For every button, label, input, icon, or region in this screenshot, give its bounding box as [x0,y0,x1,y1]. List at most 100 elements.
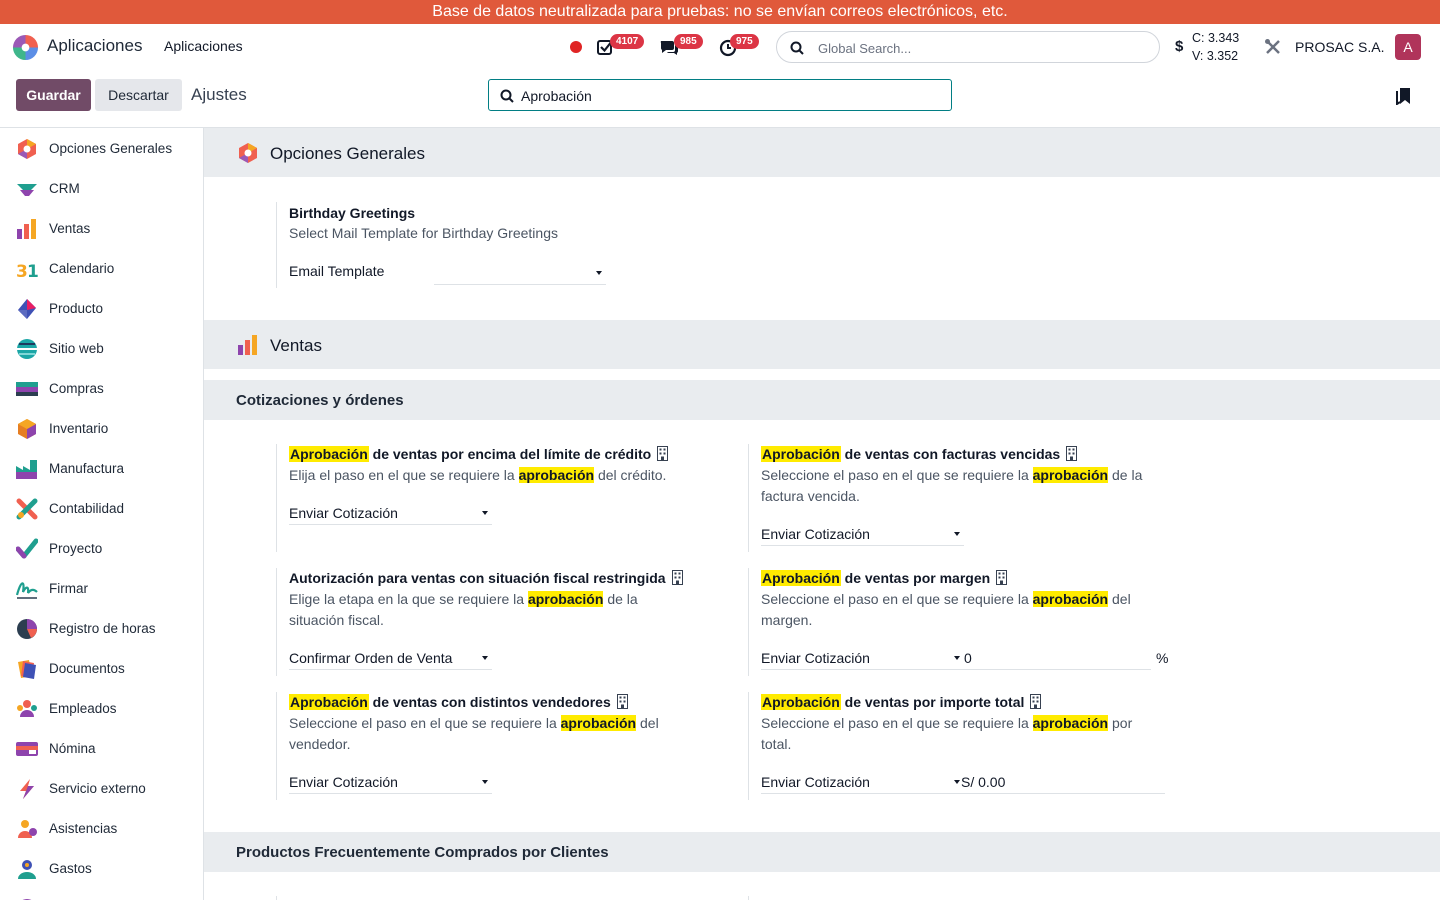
sidebar-item-empleados[interactable]: Empleados [0,688,203,728]
section-productos-frecuentes: Productos Frecuentemente Comprados por C… [204,832,1440,872]
rate-compra: C: 3.343 [1192,31,1240,45]
setting-title: Autorización para ventas con situación f… [289,570,683,586]
page-title: Ajustes [191,85,247,104]
email-template-select[interactable] [434,261,606,285]
project-icon [16,538,38,559]
margin-approval-step-select[interactable]: Enviar Cotización [761,646,964,670]
sidebar-item-servicio-externo[interactable]: Servicio externo [0,768,203,808]
sellers-approval-step-select[interactable]: Enviar Cotización [289,770,492,794]
sidebar-item-registro-de-horas[interactable]: Registro de horas [0,608,203,648]
chevron-down-icon [596,271,602,275]
section-title: Cotizaciones y órdenes [236,392,404,409]
sidebar-item-contabilidad[interactable]: Contabilidad [0,488,203,528]
sidebar-item-calendario[interactable]: 31 Calendario [0,248,203,288]
sidebar-item-label: Registro de horas [49,621,156,636]
sidebar-item-more[interactable] [0,888,203,900]
setting-description: Seleccione el paso en el que se requiere… [761,715,1133,752]
sidebar-item-documentos[interactable]: Documentos [0,648,203,688]
sidebar-item-label: Gastos [49,861,92,876]
sidebar-item-label: Proyecto [49,541,103,556]
payroll-icon [16,742,38,756]
app-name[interactable]: Aplicaciones [47,36,142,56]
app-header-title: Ventas [270,336,322,355]
setting-description: Select Mail Template for Birthday Greeti… [289,225,558,241]
select-value: Enviar Cotización [761,774,870,790]
sidebar-item-label: Inventario [49,421,109,436]
settings-sidebar: Opciones Generales CRM Ventas 31 Calenda… [0,128,204,900]
bookmark-icon[interactable] [1396,87,1412,105]
chevron-down-icon [482,511,488,515]
debug-tools-icon[interactable] [1264,38,1282,56]
sidebar-item-producto[interactable]: Producto [0,288,203,328]
sales-icon [238,335,257,355]
settings-search-input[interactable] [521,86,931,106]
sidebar-item-compras[interactable]: Compras [0,368,203,408]
sidebar-item-label: Calendario [49,261,115,276]
menu-item-aplicaciones[interactable]: Aplicaciones [164,38,243,54]
chevron-down-icon [954,656,960,660]
sidebar-item-label: Asistencias [49,821,118,836]
app-header-ventas: Ventas [204,320,1440,369]
chevron-down-icon [482,780,488,784]
section-title: Productos Frecuentemente Comprados por C… [236,844,609,861]
chevron-down-icon [954,532,960,536]
rate-venta: V: 3.352 [1192,49,1239,63]
field-service-icon [20,779,34,799]
company-building-icon [616,694,628,709]
sidebar-item-firmar[interactable]: Firmar [0,568,203,608]
sidebar-item-label: Firmar [49,581,88,596]
search-highlight: Aprobación [289,446,369,462]
search-icon [790,41,804,55]
sidebar-item-manufactura[interactable]: Manufactura [0,448,203,488]
sidebar-item-asistencias[interactable]: Asistencias [0,808,203,848]
discard-button[interactable]: Descartar [95,79,182,111]
clock-count-badge: 975 [730,34,759,49]
currency-icon[interactable]: $ [1175,38,1183,55]
fiscal-authorization-step-select[interactable]: Confirmar Orden de Venta [289,646,492,670]
sidebar-item-gastos[interactable]: Gastos [0,848,203,888]
section-cotizaciones-y-ordenes: Cotizaciones y órdenes [204,380,1440,420]
user-avatar[interactable]: A [1395,34,1421,60]
total-approval-step-select[interactable]: Enviar Cotización [761,770,964,794]
sidebar-item-label: Manufactura [49,461,125,476]
sidebar-item-label: Producto [49,301,104,316]
crm-icon [17,184,37,196]
sidebar-item-label: Compras [49,381,104,396]
sidebar-item-label: Nómina [49,741,96,756]
setting-title: Aprobación de ventas por importe total [761,694,1042,710]
setting-title: Aprobación de ventas con distintos vende… [289,694,628,710]
chevron-down-icon [954,780,960,784]
company-building-icon [996,570,1008,585]
sidebar-item-ventas[interactable]: Ventas [0,208,203,248]
save-button[interactable]: Guardar [16,79,91,111]
company-building-icon [1030,694,1042,709]
setting-fiscal-authorization: Autorización para ventas con situación f… [276,568,716,676]
sidebar-item-nomina[interactable]: Nómina [0,728,203,768]
recording-indicator-icon[interactable] [570,41,582,53]
sidebar-item-inventario[interactable]: Inventario [0,408,203,448]
sidebar-item-sitio-web[interactable]: Sitio web [0,328,203,368]
setting-birthday-greetings: Birthday Greetings Select Mail Template … [276,202,696,288]
setting-description: Seleccione el paso en el que se requiere… [289,715,659,752]
purchase-icon [16,382,38,396]
app-header-opciones-generales: Opciones Generales [204,128,1440,177]
top-navbar: Aplicaciones Aplicaciones 4107 985 975 $… [0,24,1440,70]
credit-approval-step-select[interactable]: Enviar Cotización [289,501,492,525]
setting-total-amount-approval: Aprobación de ventas por importe total S… [748,692,1188,800]
sign-icon [16,582,38,599]
company-switcher[interactable]: PROSAC S.A. [1295,39,1384,55]
apps-menu-icon[interactable] [12,34,39,61]
search-icon [500,89,514,103]
global-search [776,31,1160,63]
sidebar-item-proyecto[interactable]: Proyecto [0,528,203,568]
total-amount-input[interactable]: S/ 0.00 [961,770,1165,794]
chevron-down-icon [482,656,488,660]
accounting-icon [16,498,38,520]
sidebar-item-crm[interactable]: CRM [0,168,203,208]
overdue-approval-step-select[interactable]: Enviar Cotización [761,522,964,546]
sidebar-item-label: CRM [49,181,80,196]
sidebar-item-opciones-generales[interactable]: Opciones Generales [0,128,203,168]
global-search-input[interactable] [818,38,1138,58]
setting-description: Seleccione el paso en el que se requiere… [761,467,1143,504]
margin-percent-input[interactable]: 0 [964,646,1151,670]
